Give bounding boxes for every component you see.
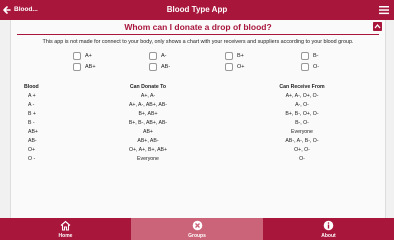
nav-about-label: About bbox=[321, 233, 336, 239]
nav-home-label: Home bbox=[58, 233, 73, 239]
groups-icon bbox=[192, 220, 202, 231]
row-receive: B+, B-, O+, O- bbox=[285, 111, 319, 117]
filter-b-pos[interactable]: B+ bbox=[225, 52, 244, 60]
row-blood: B - bbox=[28, 120, 35, 126]
bottom-nav: Home Groups About bbox=[0, 218, 394, 240]
app-title: Blood Type App bbox=[166, 5, 228, 14]
header-can-receive: Can Receive From bbox=[279, 84, 325, 90]
header-blood: Blood bbox=[24, 84, 39, 90]
checkbox[interactable] bbox=[149, 52, 157, 60]
row-blood: B + bbox=[28, 111, 36, 117]
header-can-donate: Can Donate To bbox=[129, 84, 167, 90]
checkbox[interactable] bbox=[73, 52, 81, 60]
collapse-up-icon[interactable] bbox=[373, 22, 382, 31]
row-blood: AB- bbox=[28, 138, 37, 144]
row-donate: A+, A-, AB+, AB- bbox=[128, 102, 168, 108]
home-icon bbox=[60, 220, 71, 231]
row-donate: AB+ bbox=[143, 129, 153, 135]
heading-divider bbox=[17, 34, 379, 35]
content-card: Whom can I donate a drop of blood? This … bbox=[10, 20, 386, 218]
nav-groups[interactable]: Groups bbox=[131, 218, 263, 240]
row-receive: O- bbox=[299, 156, 305, 162]
row-donate: O+, A+, B+, AB+ bbox=[128, 147, 168, 153]
nav-groups-label: Groups bbox=[188, 233, 206, 239]
row-donate: A+, A- bbox=[140, 93, 156, 99]
filter-b-neg[interactable]: B- bbox=[301, 52, 319, 60]
row-receive: A-, O- bbox=[295, 102, 309, 108]
menu-icon[interactable] bbox=[378, 4, 390, 16]
intro-text: This app is not made for connect to your… bbox=[42, 39, 354, 45]
row-receive: A+, A-, O+, O- bbox=[285, 93, 319, 99]
row-donate: B+, B-, AB+, AB- bbox=[128, 120, 168, 126]
filter-o-neg[interactable]: O- bbox=[301, 63, 319, 71]
row-receive: O+, O- bbox=[294, 147, 310, 153]
checkbox[interactable] bbox=[149, 63, 157, 71]
nav-about[interactable]: About bbox=[263, 218, 394, 240]
row-blood: O - bbox=[28, 156, 36, 162]
checkbox[interactable] bbox=[225, 63, 233, 71]
row-receive: AB-, A-, B-, O- bbox=[285, 138, 319, 144]
filter-a-neg[interactable]: A- bbox=[149, 52, 167, 60]
row-donate: B+, AB+ bbox=[138, 111, 158, 117]
checkbox[interactable] bbox=[301, 52, 309, 60]
filter-a-pos[interactable]: A+ bbox=[73, 52, 92, 60]
nav-home[interactable]: Home bbox=[0, 218, 131, 240]
filter-ab-neg[interactable]: AB- bbox=[149, 63, 170, 71]
row-blood: O+ bbox=[28, 147, 36, 153]
row-donate: Everyone bbox=[137, 156, 159, 162]
top-app-bar: Blood... Blood Type App bbox=[0, 0, 394, 20]
filter-ab-pos[interactable]: AB+ bbox=[73, 63, 96, 71]
row-blood: A + bbox=[28, 93, 36, 99]
info-icon bbox=[323, 220, 334, 231]
row-donate: AB+, AB- bbox=[137, 138, 159, 144]
checkbox[interactable] bbox=[73, 63, 81, 71]
row-blood: AB+ bbox=[28, 129, 38, 135]
checkbox[interactable] bbox=[225, 52, 233, 60]
row-receive: B-, O- bbox=[295, 120, 309, 126]
question-heading: Whom can I donate a drop of blood? bbox=[124, 22, 272, 32]
row-blood: A - bbox=[28, 102, 35, 108]
filter-o-pos[interactable]: O+ bbox=[225, 63, 245, 71]
checkbox[interactable] bbox=[301, 63, 309, 71]
row-receive: Everyone bbox=[291, 129, 313, 135]
